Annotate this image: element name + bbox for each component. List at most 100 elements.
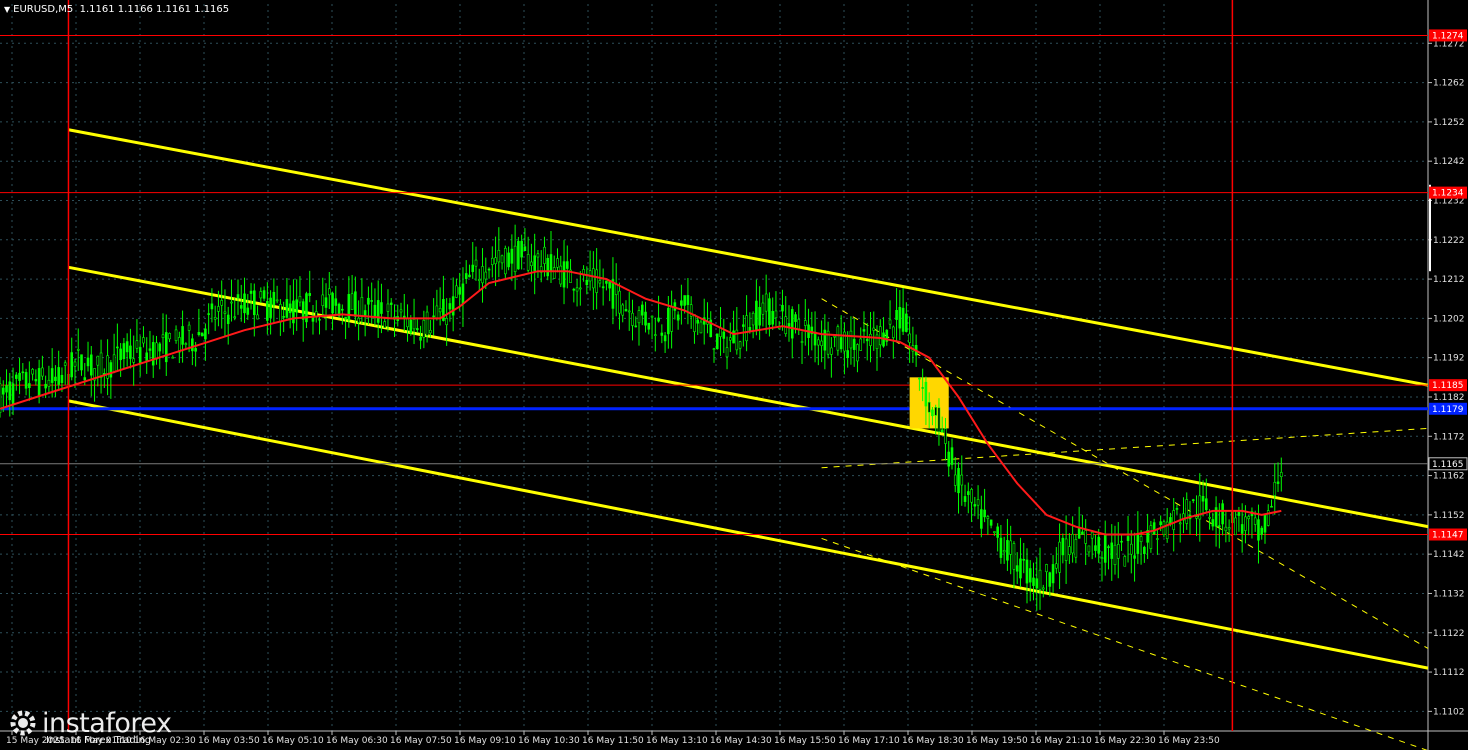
candle-body [363, 310, 367, 316]
candle-body [484, 271, 488, 280]
candle-body [1195, 516, 1198, 519]
candle-body [983, 509, 986, 518]
candle-body [145, 352, 149, 362]
candle-body [725, 347, 729, 358]
candle-body [1045, 564, 1048, 572]
candle-body [57, 367, 60, 385]
candle-body [631, 312, 634, 326]
candle-body [794, 314, 797, 322]
candle-body [1208, 517, 1211, 519]
candle-body [862, 329, 866, 332]
candle-body [1064, 538, 1068, 561]
candle-body [119, 348, 122, 361]
candle-body [650, 315, 654, 318]
candle-body [549, 254, 553, 271]
y-tick-label: 1.1212 [1433, 275, 1465, 285]
x-tick-label: 16 May 22:30 [1094, 736, 1156, 746]
candle-body [618, 290, 621, 314]
candle-body [1055, 563, 1058, 569]
candle-body [781, 304, 784, 312]
candle-body [500, 255, 504, 264]
candle-body [1234, 517, 1237, 536]
candle-body [341, 308, 344, 311]
candle-body [918, 377, 921, 380]
candle-body [565, 261, 569, 269]
candle-body [161, 334, 165, 339]
candle-body [676, 314, 680, 321]
candle-body [611, 279, 615, 309]
candle-body [846, 350, 849, 358]
candle-body [624, 309, 628, 312]
candle-body [751, 312, 755, 326]
candle-body [507, 252, 510, 268]
x-tick-label: 16 May 14:30 [710, 736, 772, 746]
candle-body [419, 336, 422, 341]
candle-body [494, 257, 497, 265]
x-tick-label: 16 May 05:10 [262, 736, 324, 746]
candle-body [940, 429, 944, 433]
candle-body [350, 293, 354, 310]
candle-body [1006, 540, 1009, 561]
candle-body [1224, 526, 1228, 532]
candle-body [833, 335, 836, 338]
candle-body [223, 311, 227, 314]
candle-body [960, 474, 964, 486]
candle-body [924, 381, 928, 407]
x-tick-label: 16 May 03:50 [198, 736, 260, 746]
x-tick-label: 16 May 10:30 [518, 736, 580, 746]
candle-body [1257, 519, 1260, 541]
candle-body [526, 254, 530, 271]
candle-body [1159, 521, 1162, 526]
candle-body [745, 315, 748, 342]
candle-body [1139, 536, 1143, 543]
candle-body [592, 268, 595, 289]
candle-body [693, 314, 696, 332]
candle-body [1123, 556, 1127, 567]
candle-body [1081, 531, 1084, 535]
candle-body [168, 333, 171, 340]
candle-body [1126, 536, 1130, 541]
candle-body [1130, 543, 1133, 555]
candle-body [1156, 538, 1159, 540]
candle-body [5, 385, 8, 393]
x-tick-label: 16 May 15:50 [774, 736, 836, 746]
candle-body [1009, 540, 1012, 555]
candle-body [125, 341, 129, 353]
candle-body [142, 337, 145, 344]
candle-body [1185, 499, 1189, 524]
collapse-arrow-icon[interactable]: ▼ [4, 5, 10, 14]
candle-body [530, 261, 533, 266]
candle-body [820, 340, 823, 346]
candle-body [425, 311, 429, 336]
candle-body [556, 258, 559, 268]
candle-body [1178, 522, 1182, 525]
candle-body [181, 326, 184, 345]
candle-body [432, 315, 435, 318]
brand-tagline: Instant Forex Trading [46, 735, 152, 746]
candle-body [37, 368, 41, 396]
candle-body [73, 361, 77, 367]
candle-body [11, 383, 15, 405]
level-label: 1.1234 [1432, 189, 1464, 199]
candle-body [1175, 508, 1179, 510]
candle-body [285, 299, 289, 318]
candle-body [389, 302, 393, 305]
candle-body [21, 371, 25, 374]
candle-body [1100, 557, 1104, 560]
brand-watermark: instaforex Instant Forex Trading [6, 706, 172, 746]
candle-body [226, 314, 230, 325]
candle-body [944, 428, 947, 444]
price-chart[interactable]: 1.12721.12621.12521.12421.12321.12221.12… [0, 0, 1468, 750]
candle-body [598, 280, 602, 284]
candle-body [80, 354, 83, 371]
candle-body [1071, 533, 1074, 554]
candle-body [572, 288, 576, 291]
candle-body [830, 347, 833, 355]
ohlc-values: 1.1161 1.1166 1.1161 1.1165 [79, 4, 230, 15]
candle-body [1019, 558, 1022, 579]
candle-body [657, 317, 660, 322]
candle-body [132, 358, 135, 363]
candle-body [422, 319, 426, 338]
candle-body [1218, 525, 1221, 528]
candle-body [905, 313, 908, 332]
